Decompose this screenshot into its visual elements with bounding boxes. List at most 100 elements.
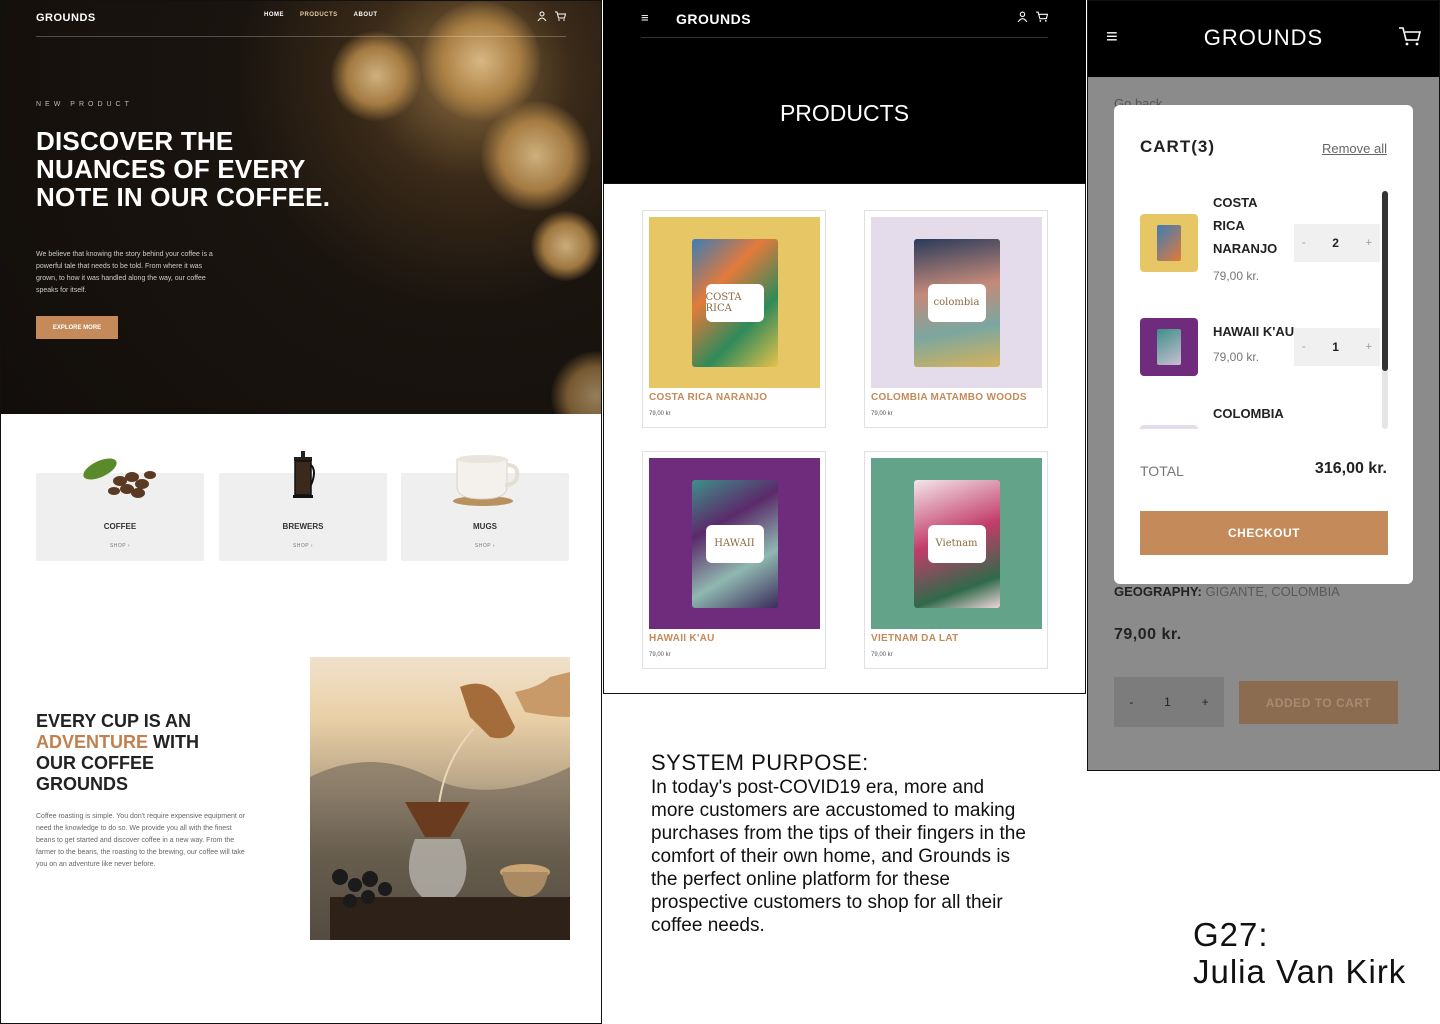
product-card[interactable]: HAWAII HAWAII K'AU 79,00 kr <box>642 451 826 669</box>
logo[interactable]: GROUNDS <box>1088 25 1439 51</box>
cart-item-name: HAWAII K'AU <box>1213 324 1295 339</box>
product-price: 79,00 kr <box>649 652 671 658</box>
cart-item-name-line: RICA <box>1213 218 1245 233</box>
cart-icon[interactable] <box>555 11 567 24</box>
hero-headline: DISCOVER THE NUANCES OF EVERY NOTE IN OU… <box>36 126 331 212</box>
cart-modal: CART(3) Remove all COSTA RICA NARANJO 79… <box>1114 105 1413 584</box>
cart-items-list: COSTA RICA NARANJO 79,00 kr. - 2 + HAWAI… <box>1114 185 1413 429</box>
top-nav: ≡ GROUNDS <box>641 0 1049 38</box>
cart-icon[interactable] <box>1036 11 1049 25</box>
cart-scrollbar[interactable] <box>1382 191 1388 429</box>
product-card[interactable]: colombia COLOMBIA MATAMBO WOODS 79,00 kr <box>864 210 1048 428</box>
pour-over-photo <box>310 657 570 940</box>
story-heading-line: GROUNDS <box>36 774 129 794</box>
cart-item-name-line: NARANJO <box>1213 241 1278 256</box>
nav-home[interactable]: HOME <box>264 12 284 18</box>
quantity-stepper[interactable]: - 1 + <box>1114 677 1224 727</box>
nav-about[interactable]: ABOUT <box>354 12 378 18</box>
product-name[interactable]: COSTA RICA NARANJO <box>649 392 767 403</box>
mug-image <box>449 451 521 512</box>
home-page-screen: GROUNDS HOME PRODUCTS ABOUT NEW PRODUCT … <box>0 0 602 1024</box>
category-card-mugs[interactable]: MUGS SHOP › <box>401 455 569 561</box>
top-nav: GROUNDS HOME PRODUCTS ABOUT <box>36 1 567 37</box>
shop-link[interactable]: SHOP › <box>401 543 569 549</box>
decrement-button[interactable]: - <box>1302 237 1306 249</box>
total-label: TOTAL <box>1140 463 1184 479</box>
nav-products[interactable]: PRODUCTS <box>300 12 338 18</box>
user-icon[interactable] <box>1017 11 1028 25</box>
quantity-stepper[interactable]: - 2 + <box>1294 224 1380 262</box>
increment-button[interactable]: + <box>1202 695 1209 709</box>
quantity-stepper[interactable]: - 1 + <box>1294 328 1380 366</box>
purpose-text: In today's post-COVID19 era, more and mo… <box>651 777 1026 936</box>
cart-item-name: COLOMBIA <box>1213 406 1284 421</box>
nav-icons <box>1017 11 1049 25</box>
story-heading-line: OUR COFFEE <box>36 753 155 773</box>
product-price: 79,00 kr <box>649 411 671 417</box>
product-name[interactable]: HAWAII K'AU <box>649 633 715 644</box>
story-heading-accent: ADVENTURE <box>36 732 149 752</box>
story-text: Coffee roasting is simple. You don't req… <box>36 813 246 868</box>
remove-all-link[interactable]: Remove all <box>1322 141 1387 156</box>
cart-title: CART(3) <box>1140 137 1215 157</box>
geography-label: GEOGRAPHY: <box>1114 584 1202 599</box>
checkout-button[interactable]: CHECKOUT <box>1140 511 1388 555</box>
quantity-value: 2 <box>1332 236 1339 250</box>
products-header: ≡ GROUNDS PRODUCTS <box>603 0 1086 184</box>
hero-description: We believe that knowing the story behind… <box>36 251 213 294</box>
product-price: 79,00 kr <box>871 411 893 417</box>
quantity-value: 1 <box>1164 695 1171 709</box>
product-name[interactable]: COLOMBIA MATAMBO WOODS <box>871 392 1027 403</box>
cart-title-text: CART <box>1140 137 1192 156</box>
explore-more-button[interactable]: EXPLORE MORE <box>36 316 118 339</box>
category-title: BREWERS <box>282 522 324 531</box>
credit-author: Julia Van Kirk <box>1193 953 1407 990</box>
total-value: 316,00 kr. <box>1314 460 1387 477</box>
logo[interactable]: GROUNDS <box>36 12 96 24</box>
shop-link[interactable]: SHOP › <box>36 543 204 549</box>
hero-section: GROUNDS HOME PRODUCTS ABOUT NEW PRODUCT … <box>1 1 601 414</box>
credit-code: G27: <box>1193 916 1269 953</box>
category-card-brewers[interactable]: BREWERS SHOP › <box>219 451 387 561</box>
hamburger-menu-icon[interactable]: ≡ <box>641 10 649 25</box>
product-image: Vietnam <box>871 458 1042 629</box>
logo[interactable]: GROUNDS <box>676 11 751 27</box>
increment-button[interactable]: + <box>1366 341 1372 353</box>
bag-label: Vietnam <box>927 524 986 563</box>
decrement-button[interactable]: - <box>1302 341 1306 353</box>
product-image: HAWAII <box>649 458 820 629</box>
geography-value: GIGANTE, COLOMBIA <box>1201 584 1340 599</box>
bag-label: COSTA RICA <box>705 283 764 322</box>
cart-item-price: 79,00 kr. <box>1213 350 1260 364</box>
cart-item-thumbnail <box>1140 214 1198 272</box>
product-card[interactable]: Vietnam VIETNAM DA LAT 79,00 kr <box>864 451 1048 669</box>
product-card[interactable]: COSTA RICA COSTA RICA NARANJO 79,00 kr <box>642 210 826 428</box>
added-to-cart-button[interactable]: ADDED TO CART <box>1239 681 1398 724</box>
purpose-heading: SYSTEM PURPOSE: <box>651 750 869 775</box>
geography: GEOGRAPHY: GIGANTE, COLOMBIA <box>1114 584 1340 599</box>
product-image: COSTA RICA <box>649 217 820 388</box>
decrement-button[interactable]: - <box>1129 695 1133 709</box>
bag-label: colombia <box>927 283 986 322</box>
cart-item-price: 79,00 kr. <box>1213 269 1260 283</box>
category-title: COFFEE <box>103 522 137 531</box>
shop-link[interactable]: SHOP › <box>219 543 387 549</box>
user-icon[interactable] <box>537 11 547 24</box>
product-image: colombia <box>871 217 1042 388</box>
cart-icon[interactable] <box>1399 26 1422 52</box>
story-heading-line: EVERY CUP IS AN <box>36 711 192 731</box>
page-title: PRODUCTS <box>779 100 910 126</box>
hero-eyebrow: NEW PRODUCT <box>36 101 133 108</box>
category-card-coffee[interactable]: COFFEE SHOP › <box>36 458 204 561</box>
nav-icons <box>537 11 567 24</box>
product-price: 79,00 kr <box>871 652 893 658</box>
bag-label: HAWAII <box>705 524 764 563</box>
product-name[interactable]: VIETNAM DA LAT <box>871 633 959 644</box>
french-press-image <box>288 451 318 506</box>
credit: G27: Julia Van Kirk <box>1193 916 1406 990</box>
cart-item-name: COSTA RICA NARANJO <box>1213 191 1277 260</box>
top-nav: ≡ GROUNDS <box>1088 1 1439 77</box>
increment-button[interactable]: + <box>1366 237 1372 249</box>
scrollbar-thumb[interactable] <box>1382 191 1388 371</box>
coffee-beans-image <box>80 451 160 506</box>
